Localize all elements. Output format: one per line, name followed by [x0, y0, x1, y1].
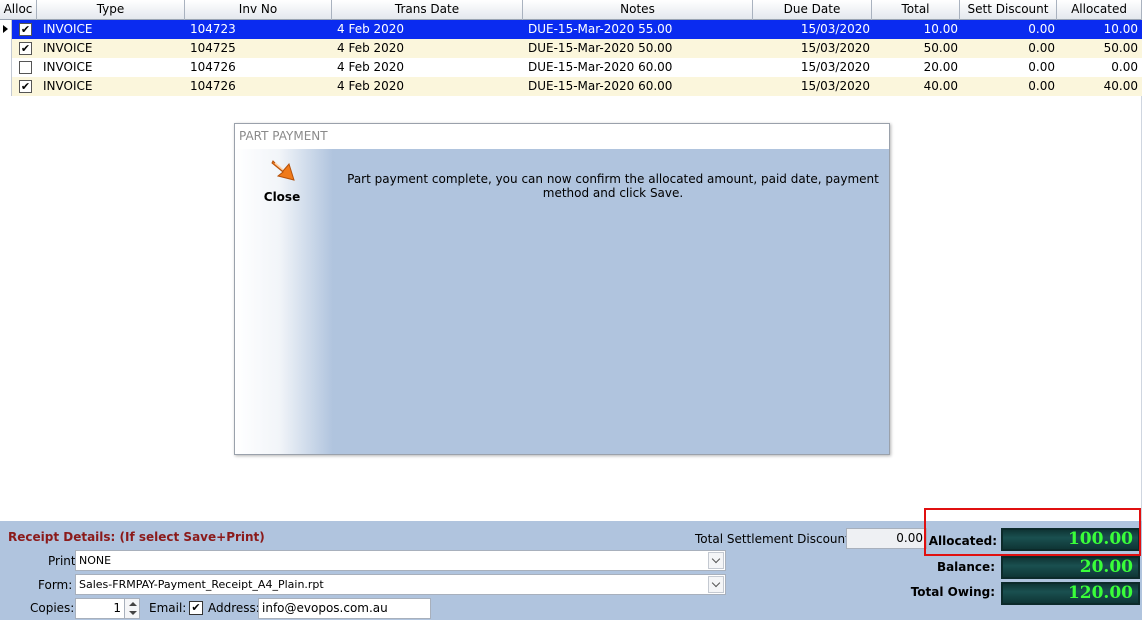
cell-allocated[interactable]: 0.00: [1057, 58, 1138, 77]
cell-notes: DUE-15-Mar-2020 50.00: [528, 41, 673, 55]
cell-notes: DUE-15-Mar-2020 60.00: [528, 79, 673, 93]
cell-inv-no: 104725: [190, 41, 236, 55]
form-label: Form:: [38, 578, 73, 592]
cell-allocated[interactable]: 50.00: [1057, 39, 1138, 58]
alloc-checkbox[interactable]: ✔: [19, 42, 32, 55]
cell-type: INVOICE: [43, 41, 93, 55]
cell-due-date: 15/03/2020: [800, 79, 870, 93]
copies-stepper[interactable]: [124, 598, 140, 619]
spin-down-icon[interactable]: [129, 611, 137, 615]
cell-type: INVOICE: [43, 22, 93, 36]
printer-dropdown-button[interactable]: [708, 552, 724, 569]
row-indicator: [0, 58, 12, 77]
cell-due-date: 15/03/2020: [800, 41, 870, 55]
col-header-notes[interactable]: Notes: [523, 0, 753, 20]
form-dropdown-button[interactable]: [708, 576, 724, 593]
address-label: Address:: [208, 601, 260, 615]
alloc-checkbox[interactable]: ✔: [19, 80, 32, 93]
table-row[interactable]: ✔ INVOICE 104725 4 Feb 2020 DUE-15-Mar-2…: [0, 39, 1142, 58]
email-address-input[interactable]: info@evopos.com.au: [258, 598, 431, 619]
col-header-alloc[interactable]: Alloc: [0, 0, 37, 20]
cell-allocated[interactable]: 40.00: [1057, 77, 1138, 96]
close-button[interactable]: Close: [259, 158, 305, 204]
copies-label: Copies:: [30, 601, 75, 615]
cell-notes: DUE-15-Mar-2020 55.00: [528, 22, 673, 36]
cell-total: 10.00: [923, 22, 958, 36]
cell-total: 40.00: [923, 79, 958, 93]
part-payment-dialog: PART PAYMENT Close Part payment complete…: [234, 123, 890, 455]
printer-value: NONE: [79, 554, 112, 567]
cell-type: INVOICE: [43, 60, 93, 74]
col-header-due-date[interactable]: Due Date: [753, 0, 872, 20]
printer-select[interactable]: NONE: [75, 550, 726, 571]
col-header-total[interactable]: Total: [872, 0, 960, 20]
current-row-arrow-icon: [3, 25, 8, 33]
cell-trans-date: 4 Feb 2020: [337, 79, 405, 93]
table-row[interactable]: ✔ INVOICE 104723 4 Feb 2020 DUE-15-Mar-2…: [0, 20, 1142, 39]
chevron-down-icon: [711, 578, 721, 588]
receipt-details-title: Receipt Details: (If select Save+Print): [8, 530, 265, 544]
cell-due-date: 15/03/2020: [800, 60, 870, 74]
cell-sett-discount: 0.00: [1028, 41, 1055, 55]
cell-inv-no: 104723: [190, 22, 236, 36]
cell-type: INVOICE: [43, 79, 93, 93]
alloc-checkbox[interactable]: ✔: [19, 23, 32, 36]
row-indicator: [0, 77, 12, 96]
chevron-down-icon: [711, 554, 721, 564]
col-header-inv-no[interactable]: Inv No: [185, 0, 332, 20]
allocated-highlight-box: [924, 508, 1141, 556]
total-owing-display: 120.00: [1001, 582, 1140, 605]
cell-inv-no: 104726: [190, 79, 236, 93]
cell-sett-discount: 0.00: [1028, 22, 1055, 36]
close-button-label: Close: [263, 190, 301, 204]
cell-sett-discount: 0.00: [1028, 79, 1055, 93]
orange-arrow-icon: [271, 160, 295, 181]
row-indicator: [0, 39, 12, 58]
cell-trans-date: 4 Feb 2020: [337, 41, 405, 55]
total-owing-label: Total Owing:: [910, 585, 995, 599]
col-header-type[interactable]: Type: [37, 0, 185, 20]
balance-label: Balance:: [936, 560, 995, 574]
table-row[interactable]: INVOICE 104726 4 Feb 2020 DUE-15-Mar-202…: [0, 58, 1142, 77]
cell-total: 20.00: [923, 60, 958, 74]
balance-display: 20.00: [1001, 556, 1140, 579]
cell-sett-discount: 0.00: [1028, 60, 1055, 74]
col-header-allocated[interactable]: Allocated: [1057, 0, 1142, 20]
form-value: Sales-FRMPAY-Payment_Receipt_A4_Plain.rp…: [79, 578, 324, 591]
settlement-discount-label: Total Settlement Discount:: [695, 532, 854, 546]
cell-total: 50.00: [923, 41, 958, 55]
table-row[interactable]: ✔ INVOICE 104726 4 Feb 2020 DUE-15-Mar-2…: [0, 77, 1142, 96]
email-checkbox[interactable]: ✔: [189, 601, 203, 615]
form-select[interactable]: Sales-FRMPAY-Payment_Receipt_A4_Plain.rp…: [75, 574, 726, 595]
spin-up-icon[interactable]: [129, 602, 137, 606]
dialog-message: Part payment complete, you can now confi…: [347, 172, 879, 200]
row-indicator: [0, 20, 12, 39]
cell-inv-no: 104726: [190, 60, 236, 74]
col-header-trans-date[interactable]: Trans Date: [332, 0, 523, 20]
dialog-title: PART PAYMENT: [235, 124, 889, 149]
copies-input[interactable]: 1: [75, 598, 125, 619]
col-header-sett-discount[interactable]: Sett Discount: [960, 0, 1057, 20]
cell-due-date: 15/03/2020: [800, 22, 870, 36]
grid-header: Alloc Type Inv No Trans Date Notes Due D…: [0, 0, 1142, 20]
cell-trans-date: 4 Feb 2020: [337, 60, 405, 74]
cell-allocated[interactable]: 10.00: [1057, 20, 1138, 39]
cell-notes: DUE-15-Mar-2020 60.00: [528, 60, 673, 74]
email-label: Email:: [149, 601, 187, 615]
cell-trans-date: 4 Feb 2020: [337, 22, 405, 36]
alloc-checkbox[interactable]: [19, 61, 32, 74]
